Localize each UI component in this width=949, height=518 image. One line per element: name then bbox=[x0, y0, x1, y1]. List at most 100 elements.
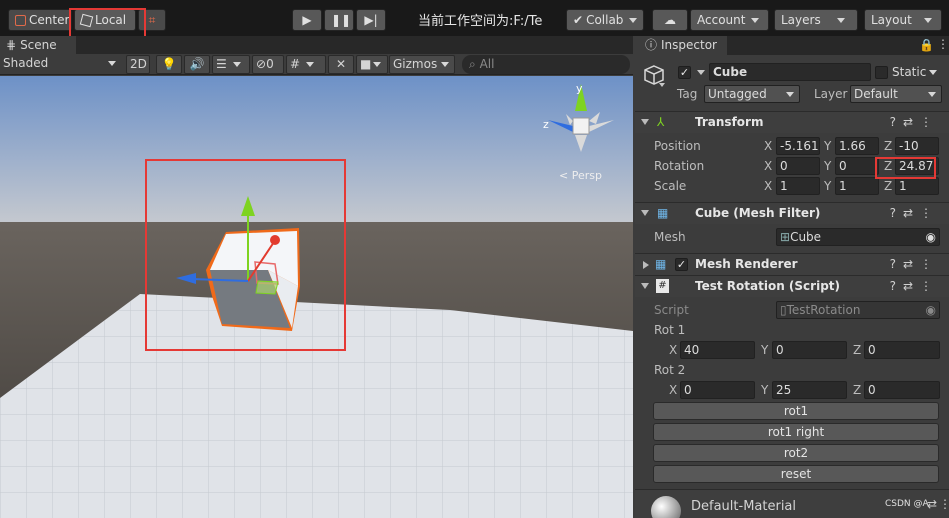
kebab-menu-icon[interactable]: ⋮ bbox=[939, 497, 949, 511]
tab-inspector[interactable]: ⓘ Inspector bbox=[635, 36, 727, 55]
tag-dropdown[interactable]: Untagged bbox=[704, 85, 800, 103]
position-y-field[interactable]: 1.66 bbox=[835, 137, 879, 155]
persp-label[interactable]: < Persp bbox=[559, 169, 602, 182]
chevron-down-icon[interactable] bbox=[641, 210, 649, 216]
rotation-x-field[interactable]: 0 bbox=[776, 157, 820, 175]
kebab-menu-icon: ⋮ bbox=[920, 279, 939, 293]
help-icon: ? bbox=[889, 279, 903, 293]
collab-dropdown[interactable]: ✔ Collab bbox=[566, 9, 644, 31]
mesh-renderer-enabled-checkbox[interactable]: ✓ bbox=[675, 258, 688, 271]
grid-snap-button[interactable]: ⌗ bbox=[138, 9, 166, 31]
rot2-button[interactable]: rot2 bbox=[653, 444, 939, 462]
shading-mode-dropdown[interactable]: Shaded bbox=[0, 55, 120, 74]
grid-dropdown[interactable]: # bbox=[286, 55, 326, 74]
static-checkbox[interactable] bbox=[875, 66, 888, 79]
preset-icon: ⇄ bbox=[902, 115, 920, 129]
rot1-right-button[interactable]: rot1 right bbox=[653, 423, 939, 441]
scale-y-field[interactable]: 1 bbox=[835, 177, 879, 195]
rot2-label: Rot 2 bbox=[654, 363, 686, 377]
position-z-field[interactable]: -10 bbox=[895, 137, 939, 155]
active-checkbox[interactable]: ✓ bbox=[678, 66, 691, 79]
rot1-y-field[interactable]: 0 bbox=[772, 341, 847, 359]
cloud-icon: ☁ bbox=[664, 13, 676, 27]
effects-dropdown[interactable]: ☰ bbox=[212, 55, 250, 74]
tab-scene[interactable]: ⋕ Scene bbox=[0, 36, 76, 54]
scale-x-field[interactable]: 1 bbox=[776, 177, 820, 195]
layers-stack-icon: ☰ bbox=[216, 57, 227, 71]
rot2-x-field[interactable]: 0 bbox=[680, 381, 755, 399]
component-header-icons[interactable]: ?⇄⋮ bbox=[890, 257, 939, 271]
rotation-y-field[interactable]: 0 bbox=[835, 157, 879, 175]
material-name: Default-Material bbox=[691, 499, 797, 514]
rot2-y-field[interactable]: 25 bbox=[772, 381, 847, 399]
info-icon: ⓘ bbox=[645, 38, 658, 52]
chevron-down-icon bbox=[923, 18, 932, 23]
axis-z-label: Z bbox=[884, 159, 893, 173]
sky bbox=[0, 76, 633, 222]
grid-snap-icon: ⌗ bbox=[148, 13, 156, 27]
check-icon: ✔ bbox=[573, 13, 584, 27]
chevron-down-icon[interactable] bbox=[659, 83, 665, 87]
rotation-z-field[interactable]: 24.87 bbox=[895, 157, 939, 175]
rot1-z-field[interactable]: 0 bbox=[864, 341, 940, 359]
pivot-icon bbox=[15, 15, 26, 26]
component-header-icons[interactable]: ?⇄⋮ bbox=[890, 115, 939, 129]
grid-icon: ⋕ bbox=[6, 38, 17, 52]
chevron-down-icon[interactable] bbox=[641, 283, 649, 289]
script-header[interactable]: # Test Rotation (Script) ?⇄⋮ bbox=[635, 275, 949, 297]
rot1-x-field[interactable]: 40 bbox=[680, 341, 755, 359]
chevron-down-icon[interactable] bbox=[697, 70, 705, 75]
pivot-center-button[interactable]: Center bbox=[8, 9, 72, 31]
floor-plane bbox=[0, 294, 633, 518]
pause-button[interactable]: ❚❚ bbox=[324, 9, 354, 31]
mode-2d-toggle[interactable]: 2D bbox=[126, 55, 150, 74]
position-x-field[interactable]: -5.1617 bbox=[776, 137, 820, 155]
mesh-renderer-header[interactable]: ▦ ✓ Mesh Renderer ?⇄⋮ bbox=[635, 253, 949, 275]
kebab-menu-icon: ⋮ bbox=[920, 206, 939, 220]
layer-dropdown[interactable]: Default bbox=[850, 85, 942, 103]
mesh-object-field[interactable]: ⊞Cube ◉ bbox=[776, 228, 940, 246]
scene-canvas[interactable]: y z < Persp bbox=[0, 76, 633, 518]
chevron-down-icon[interactable] bbox=[641, 119, 649, 125]
audio-toggle[interactable]: 🔊 bbox=[184, 55, 210, 74]
chevron-down-icon bbox=[751, 18, 760, 23]
scene-search-input[interactable]: ⌕ All bbox=[462, 55, 630, 74]
wrench-icon: ✕ bbox=[335, 57, 347, 71]
kebab-menu-icon[interactable]: ⋮ bbox=[937, 37, 949, 51]
axis-x-label: X bbox=[669, 343, 678, 357]
rot1-button[interactable]: rot1 bbox=[653, 402, 939, 420]
layer-label: Layer bbox=[814, 87, 848, 101]
step-button[interactable]: ▶| bbox=[356, 9, 386, 31]
chevron-down-icon bbox=[232, 62, 241, 67]
object-picker-icon[interactable]: ◉ bbox=[926, 229, 936, 245]
lock-icon[interactable]: 🔒 bbox=[919, 38, 934, 52]
camera-dropdown[interactable]: ■ bbox=[356, 55, 388, 74]
pivot-local-button[interactable]: Local bbox=[74, 9, 136, 31]
cloud-button[interactable]: ☁ bbox=[652, 9, 688, 31]
account-dropdown[interactable]: Account bbox=[690, 9, 769, 31]
mesh-filter-header[interactable]: ▦ Cube (Mesh Filter) ?⇄⋮ bbox=[635, 202, 949, 224]
chevron-down-icon bbox=[786, 92, 794, 97]
hidden-objects-toggle[interactable]: ⊘0 bbox=[252, 55, 284, 74]
component-header-icons[interactable]: ?⇄⋮ bbox=[890, 206, 939, 220]
scene-viewport[interactable]: y z < Persp bbox=[0, 76, 633, 518]
layout-dropdown[interactable]: Layout bbox=[864, 9, 942, 31]
axis-x-label: X bbox=[764, 159, 773, 173]
transform-header[interactable]: ⅄ Transform ?⇄⋮ bbox=[635, 111, 949, 133]
preset-icon[interactable]: ⇄ bbox=[927, 497, 937, 511]
object-name-input[interactable]: Cube bbox=[709, 63, 871, 81]
component-header-icons[interactable]: ?⇄⋮ bbox=[890, 279, 939, 293]
tools-button[interactable]: ✕ bbox=[328, 55, 354, 74]
rot2-z-field[interactable]: 0 bbox=[864, 381, 940, 399]
material-section[interactable]: Default-Material CSDN @A ⇄ ⋮ bbox=[635, 489, 949, 518]
chevron-right-icon[interactable] bbox=[643, 261, 649, 269]
reset-button[interactable]: reset bbox=[653, 465, 939, 483]
play-button[interactable]: ▶ bbox=[292, 9, 322, 31]
static-dropdown[interactable]: Static bbox=[892, 65, 938, 79]
play-icon: ▶ bbox=[302, 13, 312, 27]
gizmos-dropdown[interactable]: Gizmos bbox=[389, 55, 455, 74]
axis-z-label: Z bbox=[884, 139, 893, 153]
layers-dropdown[interactable]: Layers bbox=[774, 9, 858, 31]
lighting-toggle[interactable]: 💡 bbox=[156, 55, 182, 74]
scale-z-field[interactable]: 1 bbox=[895, 177, 939, 195]
